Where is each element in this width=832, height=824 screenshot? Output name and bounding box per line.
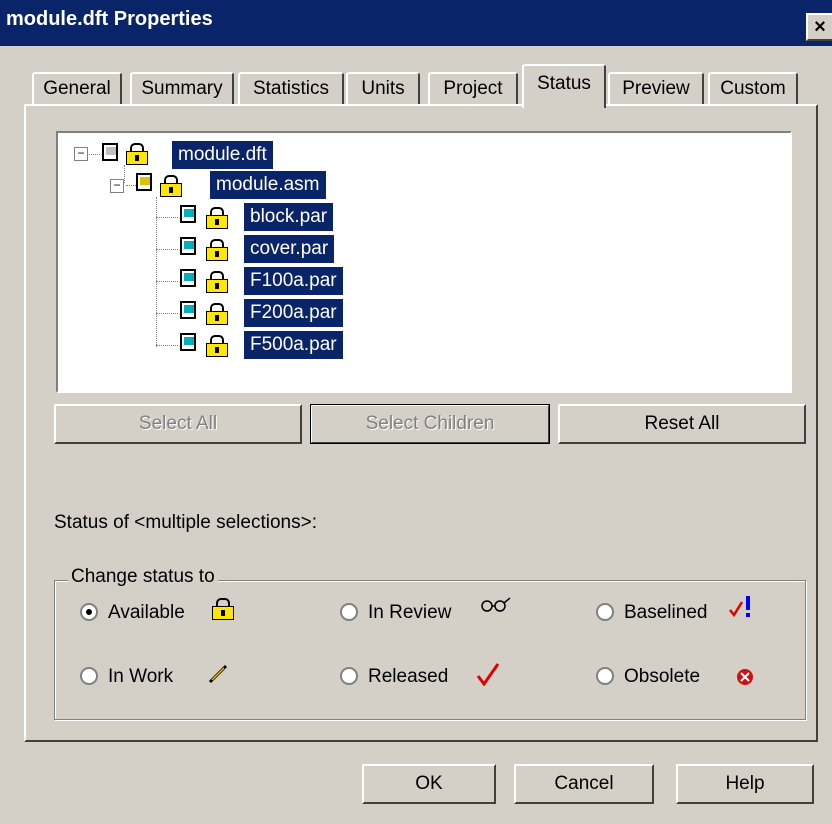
cancel-button[interactable]: Cancel (514, 764, 654, 804)
obsolete-x-icon (737, 669, 753, 685)
close-icon: × (814, 16, 826, 38)
radio-button[interactable] (80, 667, 98, 685)
part-document-icon (178, 203, 200, 225)
radio-available[interactable]: Available (80, 598, 260, 626)
close-button[interactable]: × (806, 13, 832, 41)
tree-connector (156, 281, 178, 282)
tree-node-label: block.par (244, 203, 334, 231)
radio-label: In Review (368, 602, 452, 623)
tree-connector (156, 197, 157, 347)
document-tree[interactable]: − − module.dft module.asm block.par cove… (56, 131, 792, 393)
part-document-icon (178, 267, 200, 289)
radio-in-work[interactable]: In Work (80, 664, 260, 690)
radio-obsolete[interactable]: Obsolete (596, 664, 796, 690)
status-of-label: Status of <multiple selections>: (54, 512, 317, 533)
tab-units[interactable]: Units (346, 72, 420, 106)
lock-icon (206, 207, 228, 229)
window-title: module.dft Properties (6, 8, 213, 30)
ok-button[interactable]: OK (362, 764, 496, 804)
lock-icon (160, 175, 182, 197)
radio-baselined[interactable]: Baselined (596, 596, 796, 626)
title-bar: module.dft Properties × (0, 0, 832, 46)
tab-project[interactable]: Project (428, 72, 518, 106)
tree-node-label: module.dft (172, 141, 273, 169)
part-document-icon (178, 331, 200, 353)
help-button[interactable]: Help (676, 764, 814, 804)
tree-connector (156, 217, 178, 218)
tab-strip: General Summary Statistics Units Project… (0, 62, 832, 108)
tab-status[interactable]: Status (522, 64, 606, 108)
tab-statistics[interactable]: Statistics (238, 72, 344, 106)
tree-node-label: F100a.par (244, 267, 343, 295)
radio-label: Baselined (624, 602, 708, 623)
tree-node-label: F200a.par (244, 299, 343, 327)
radio-button[interactable] (596, 603, 614, 621)
draft-document-icon (100, 141, 122, 163)
tree-connector (156, 313, 178, 314)
tree-node-label: F500a.par (244, 331, 343, 359)
tree-connector (124, 165, 125, 183)
tab-preview[interactable]: Preview (608, 72, 704, 106)
radio-label: In Work (108, 666, 174, 687)
tree-node-label: cover.par (244, 235, 335, 263)
collapse-icon[interactable]: − (74, 147, 88, 161)
tab-general[interactable]: General (32, 72, 122, 106)
check-exclamation-icon (729, 596, 750, 618)
reset-all-button[interactable]: Reset All (558, 404, 806, 444)
radio-in-review[interactable]: In Review (340, 597, 540, 626)
tree-node-label: module.asm (210, 171, 326, 199)
lock-icon (206, 271, 228, 293)
checkmark-icon (476, 663, 500, 687)
assembly-document-icon (134, 171, 156, 193)
tab-custom[interactable]: Custom (708, 72, 798, 106)
change-status-legend: Change status to (68, 566, 218, 588)
radio-label: Available (108, 602, 185, 623)
radio-button[interactable] (80, 603, 98, 621)
lock-icon (206, 303, 228, 325)
radio-button[interactable] (340, 603, 358, 621)
radio-button[interactable] (340, 667, 358, 685)
lock-icon (206, 335, 228, 357)
select-all-button[interactable]: Select All (54, 404, 302, 444)
radio-released[interactable]: Released (340, 663, 540, 690)
collapse-icon[interactable]: − (110, 179, 124, 193)
tree-connector (156, 249, 178, 250)
pencil-icon (208, 664, 228, 684)
part-document-icon (178, 235, 200, 257)
lock-icon (206, 239, 228, 261)
part-document-icon (178, 299, 200, 321)
glasses-icon (481, 597, 511, 612)
lock-icon (212, 598, 234, 620)
radio-label: Obsolete (624, 666, 701, 687)
lock-icon (126, 143, 148, 165)
tab-summary[interactable]: Summary (130, 72, 234, 106)
select-children-button[interactable]: Select Children (310, 404, 550, 444)
tree-connector (156, 345, 178, 346)
tree-connector (86, 154, 100, 155)
radio-label: Released (368, 666, 449, 687)
radio-button[interactable] (596, 667, 614, 685)
